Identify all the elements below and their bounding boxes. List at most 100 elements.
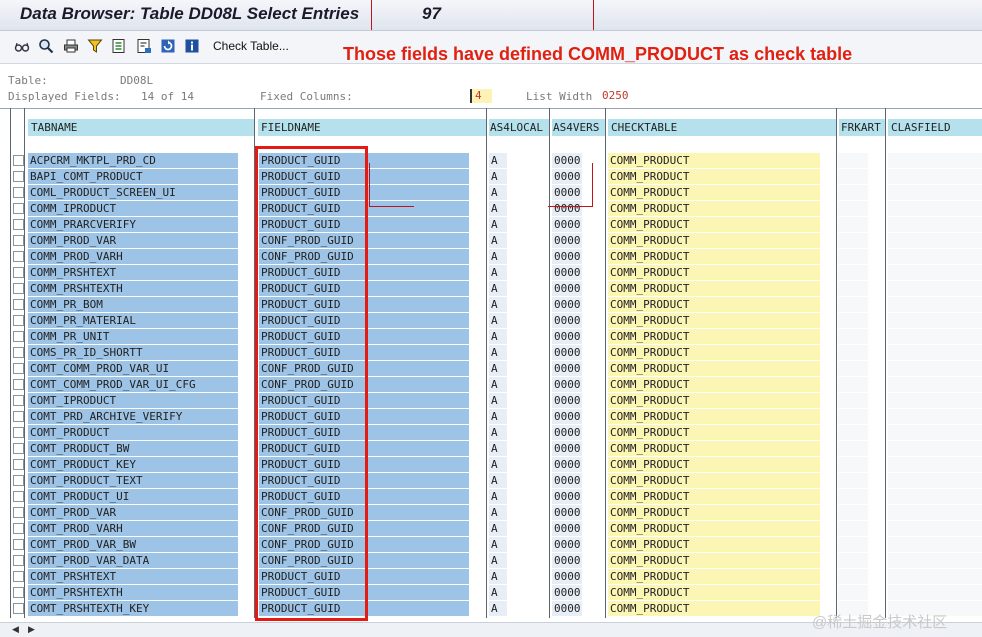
cell-tabname: COMT_PROD_VARH	[28, 521, 238, 536]
row-select-checkbox[interactable]	[13, 587, 24, 598]
row-select-checkbox[interactable]	[13, 539, 24, 550]
cell-frkart	[838, 521, 868, 536]
cell-checktable: COMM_PRODUCT	[608, 409, 820, 424]
row-select-checkbox[interactable]	[13, 187, 24, 198]
cell-clasfield	[888, 153, 982, 168]
cell-checktable: COMM_PRODUCT	[608, 553, 820, 568]
cell-tabname: COMT_PRODUCT_KEY	[28, 457, 238, 472]
print-icon[interactable]	[63, 38, 79, 54]
col-header-as4vers[interactable]: AS4VERS	[552, 119, 605, 136]
filter-icon[interactable]	[87, 38, 103, 54]
row-select-checkbox[interactable]	[13, 395, 24, 406]
check-table-button[interactable]: Check Table...	[213, 39, 289, 53]
cell-as4vers: 0000	[552, 313, 582, 328]
cell-as4vers: 0000	[552, 201, 582, 216]
cell-frkart	[838, 361, 868, 376]
row-select-checkbox[interactable]	[13, 235, 24, 246]
row-select-checkbox[interactable]	[13, 315, 24, 326]
annotation-line	[369, 206, 414, 207]
cell-as4local: A	[489, 505, 507, 520]
cell-as4vers: 0000	[552, 329, 582, 344]
cell-as4local: A	[489, 217, 507, 232]
col-header-fieldname[interactable]: FIELDNAME	[258, 119, 486, 136]
row-select-checkbox[interactable]	[13, 267, 24, 278]
row-select-checkbox[interactable]	[13, 475, 24, 486]
row-select-checkbox[interactable]	[13, 283, 24, 294]
cell-as4vers: 0000	[552, 169, 582, 184]
row-select-checkbox[interactable]	[13, 251, 24, 262]
row-select-checkbox[interactable]	[13, 571, 24, 582]
row-select-checkbox[interactable]	[13, 523, 24, 534]
row-select-checkbox[interactable]	[13, 203, 24, 214]
cell-as4vers: 0000	[552, 361, 582, 376]
annotation-line	[593, 0, 594, 30]
cell-as4vers: 0000	[552, 217, 582, 232]
row-select-checkbox[interactable]	[13, 603, 24, 614]
cell-as4vers: 0000	[552, 489, 582, 504]
col-header-tabname[interactable]: TABNAME	[28, 119, 254, 136]
row-select-checkbox[interactable]	[13, 411, 24, 422]
row-select-checkbox[interactable]	[13, 443, 24, 454]
cell-clasfield	[888, 425, 982, 440]
cell-checktable: COMM_PRODUCT	[608, 249, 820, 264]
row-select-checkbox[interactable]	[13, 331, 24, 342]
cell-checktable: COMM_PRODUCT	[608, 489, 820, 504]
col-header-frkart[interactable]: FRKART	[839, 119, 885, 136]
cell-checktable: COMM_PRODUCT	[608, 505, 820, 520]
col-header-as4local[interactable]: AS4LOCAL	[489, 119, 549, 136]
row-select-checkbox[interactable]	[13, 155, 24, 166]
cell-checktable: COMM_PRODUCT	[608, 569, 820, 584]
cell-tabname: COMM_PRSHTEXTH	[28, 281, 238, 296]
col-header-clasfield[interactable]: CLASFIELD	[888, 119, 982, 136]
row-select-checkbox[interactable]	[13, 171, 24, 182]
cell-as4local: A	[489, 569, 507, 584]
row-select-checkbox[interactable]	[13, 491, 24, 502]
cell-as4vers: 0000	[552, 265, 582, 280]
cell-clasfield	[888, 201, 982, 216]
cell-frkart	[838, 393, 868, 408]
row-select-checkbox[interactable]	[13, 363, 24, 374]
col-header-checktable[interactable]: CHECKTABLE	[608, 119, 836, 136]
list-width-value: 0250	[602, 89, 629, 102]
row-select-checkbox[interactable]	[13, 555, 24, 566]
cell-checktable: COMM_PRODUCT	[608, 185, 820, 200]
cell-as4local: A	[489, 489, 507, 504]
row-select-checkbox[interactable]	[13, 347, 24, 358]
scroll-left-icon[interactable]: ◀	[12, 624, 19, 635]
cell-tabname: COMT_PRODUCT	[28, 425, 238, 440]
cell-tabname: COMM_PR_MATERIAL	[28, 313, 238, 328]
cell-frkart	[838, 457, 868, 472]
scroll-right-icon[interactable]: ▶	[28, 624, 35, 635]
cell-tabname: COMT_PRODUCT_UI	[28, 489, 238, 504]
cell-checktable: COMM_PRODUCT	[608, 441, 820, 456]
table-label: Table:	[8, 74, 48, 87]
cell-tabname: COMT_PROD_VAR_BW	[28, 537, 238, 552]
cell-frkart	[838, 281, 868, 296]
cell-clasfield	[888, 521, 982, 536]
cell-clasfield	[888, 185, 982, 200]
cell-tabname: COMM_PR_UNIT	[28, 329, 238, 344]
cell-clasfield	[888, 377, 982, 392]
glasses-icon[interactable]	[14, 38, 30, 54]
cell-frkart	[838, 201, 868, 216]
row-select-checkbox[interactable]	[13, 459, 24, 470]
settings-icon[interactable]	[136, 38, 152, 54]
row-select-checkbox[interactable]	[13, 219, 24, 230]
cell-as4vers: 0000	[552, 473, 582, 488]
detail-icon[interactable]	[38, 38, 54, 54]
refresh-icon[interactable]	[160, 38, 176, 54]
cell-tabname: COMT_COMM_PROD_VAR_UI	[28, 361, 238, 376]
grid-divider	[0, 108, 982, 109]
row-select-checkbox[interactable]	[13, 427, 24, 438]
cell-clasfield	[888, 345, 982, 360]
cell-clasfield	[888, 265, 982, 280]
fixed-columns-input[interactable]: 4	[470, 89, 492, 103]
cell-checktable: COMM_PRODUCT	[608, 473, 820, 488]
export-icon[interactable]	[111, 38, 127, 54]
cell-tabname: COMT_PRODUCT_BW	[28, 441, 238, 456]
row-select-checkbox[interactable]	[13, 299, 24, 310]
info-icon[interactable]	[184, 38, 200, 54]
row-select-checkbox[interactable]	[13, 507, 24, 518]
row-select-checkbox[interactable]	[13, 379, 24, 390]
cell-frkart	[838, 473, 868, 488]
